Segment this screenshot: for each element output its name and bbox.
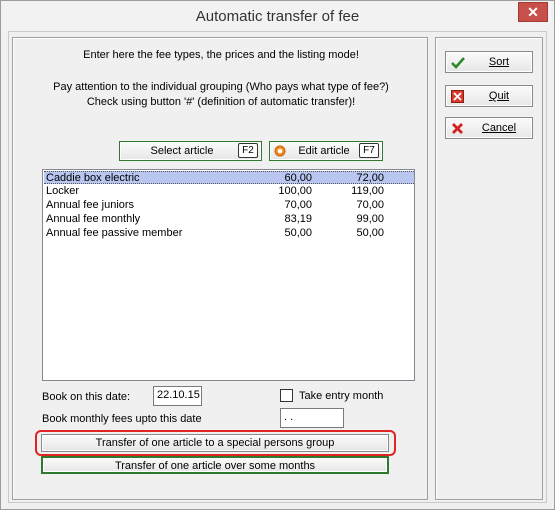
take-entry-month-label: Take entry month (299, 390, 384, 402)
f2-key-badge: F2 (238, 143, 258, 158)
command-panel: Sort Quit Cancel (435, 37, 543, 500)
list-item[interactable]: Locker 100,00 119,00 (44, 185, 414, 198)
close-button[interactable]: ✕ (518, 2, 548, 22)
edit-article-button[interactable]: Edit article F7 (269, 141, 383, 161)
select-article-label: Select article (150, 145, 214, 157)
article-list[interactable]: Caddie box electric 60,00 72,00 Locker 1… (42, 169, 415, 381)
main-panel: Enter here the fee types, the prices and… (12, 37, 428, 500)
cancel-label: Cancel (481, 122, 517, 134)
take-entry-month-checkbox[interactable] (280, 389, 293, 402)
dialog-window: Automatic transfer of fee ✕ Enter here t… (0, 0, 555, 510)
checkmark-icon (451, 56, 465, 76)
record-icon (274, 145, 286, 163)
book-date-field[interactable]: 22.10.15 (153, 386, 202, 406)
info-text-line-2: Pay attention to the individual grouping… (53, 81, 389, 93)
quit-label: Quit (488, 90, 510, 102)
exit-icon (451, 90, 464, 110)
info-text-line-1: Enter here the fee types, the prices and… (83, 49, 359, 61)
list-item[interactable]: Caddie box electric 60,00 72,00 (44, 171, 414, 184)
sort-button[interactable]: Sort (445, 51, 533, 73)
quit-button[interactable]: Quit (445, 85, 533, 107)
list-item[interactable]: Annual fee monthly 83,19 99,00 (44, 213, 414, 226)
book-date-label: Book on this date: (42, 391, 131, 403)
info-text-line-3: Check using button '#' (definition of au… (86, 96, 356, 108)
cancel-x-icon (451, 122, 464, 142)
dialog-client-area: Enter here the fee types, the prices and… (8, 31, 547, 503)
edit-article-label: Edit article (298, 145, 350, 157)
f7-key-badge: F7 (359, 143, 379, 158)
transfer-to-group-button[interactable]: Transfer of one article to a special per… (41, 434, 389, 452)
sort-label: Sort (488, 56, 510, 68)
transfer-over-months-button[interactable]: Transfer of one article over some months (41, 456, 389, 474)
list-item[interactable]: Annual fee juniors 70,00 70,00 (44, 199, 414, 212)
window-title: Automatic transfer of fee (195, 8, 360, 25)
monthly-fees-label: Book monthly fees upto this date (42, 413, 202, 425)
list-item[interactable]: Annual fee passive member 50,00 50,00 (44, 227, 414, 240)
cancel-button[interactable]: Cancel (445, 117, 533, 139)
select-article-button[interactable]: Select article F2 (119, 141, 262, 161)
title-bar[interactable]: Automatic transfer of fee ✕ (1, 1, 554, 31)
monthly-fees-date-field[interactable]: . . (280, 408, 344, 428)
